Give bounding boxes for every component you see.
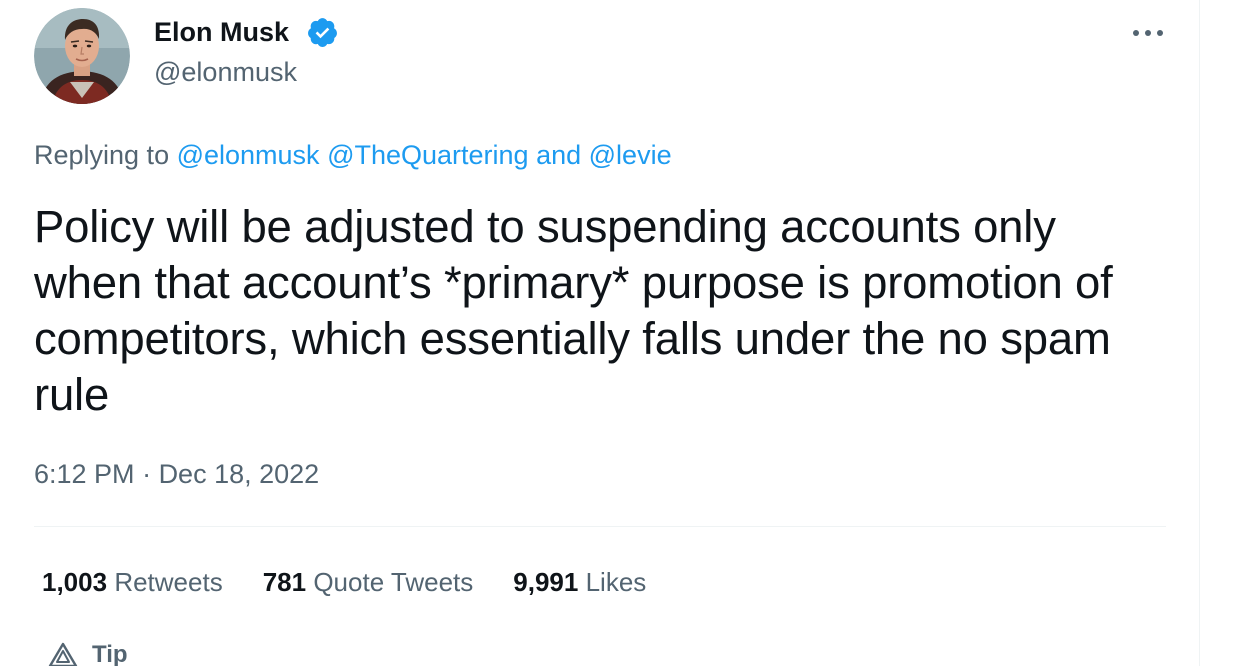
replying-to-label: Replying to bbox=[34, 140, 177, 170]
author-display-name[interactable]: Elon Musk bbox=[154, 16, 289, 48]
tweet-time[interactable]: 6:12 PM bbox=[34, 459, 135, 489]
verified-badge-icon bbox=[308, 18, 337, 47]
quote-tweets-stat[interactable]: 781 Quote Tweets bbox=[263, 565, 474, 599]
divider bbox=[34, 526, 1166, 527]
tip-label: Tip bbox=[92, 641, 128, 666]
replying-to-line: Replying to @elonmusk @TheQuartering and… bbox=[34, 138, 672, 172]
likes-stat[interactable]: 9,991 Likes bbox=[513, 565, 646, 599]
quote-tweets-label: Quote Tweets bbox=[313, 567, 474, 597]
mention-elonmusk-link[interactable]: @elonmusk bbox=[177, 140, 320, 170]
retweets-label: Retweets bbox=[114, 567, 223, 597]
more-horizontal-icon[interactable] bbox=[1128, 18, 1168, 48]
tweet-page: Elon Musk @elonmusk Replying to @elonmus… bbox=[0, 0, 1246, 666]
avatar-photo-icon bbox=[34, 8, 130, 104]
tweet-text: Policy will be adjusted to suspending ac… bbox=[34, 201, 1113, 420]
mention-conjunction[interactable]: and bbox=[529, 140, 589, 170]
timestamp-separator: · bbox=[134, 459, 159, 489]
retweets-stat[interactable]: 1,003 Retweets bbox=[42, 565, 223, 599]
tip-button[interactable]: Tip bbox=[48, 640, 128, 666]
tweet-date[interactable]: Dec 18, 2022 bbox=[159, 459, 320, 489]
likes-label: Likes bbox=[585, 567, 647, 597]
author-handle[interactable]: @elonmusk bbox=[154, 56, 297, 88]
mention-levie-link[interactable]: @levie bbox=[589, 140, 672, 170]
likes-count: 9,991 bbox=[513, 567, 579, 597]
tweet-timestamp: 6:12 PM · Dec 18, 2022 bbox=[34, 457, 319, 491]
retweets-count: 1,003 bbox=[42, 567, 108, 597]
tip-icon bbox=[48, 642, 78, 666]
quote-tweets-count: 781 bbox=[262, 567, 307, 597]
engagement-stats: 1,003 Retweets 781 Quote Tweets 9,991 Li… bbox=[42, 565, 686, 599]
avatar[interactable] bbox=[34, 8, 130, 104]
mention-thequartering-link[interactable]: @TheQuartering bbox=[327, 140, 529, 170]
tweet-detail: Elon Musk @elonmusk Replying to @elonmus… bbox=[0, 0, 1200, 666]
